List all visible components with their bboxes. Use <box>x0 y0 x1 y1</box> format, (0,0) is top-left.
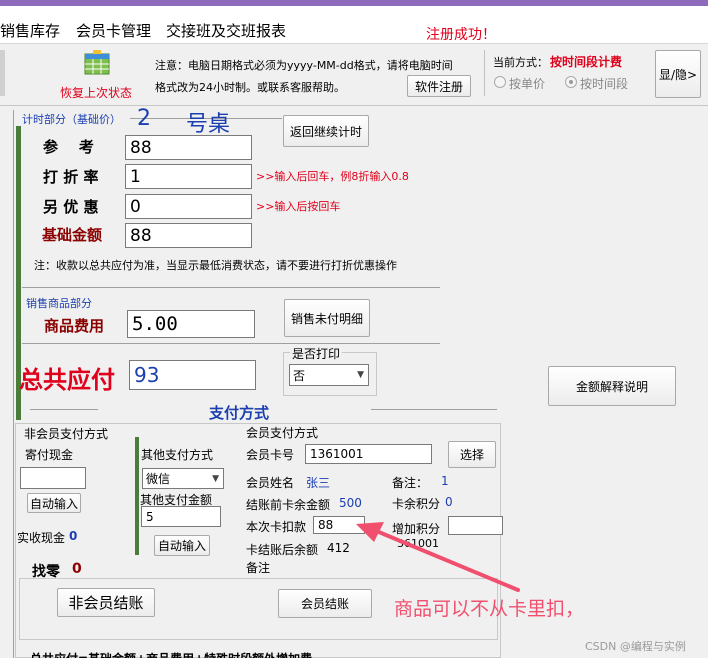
change-value: 0 <box>72 561 82 577</box>
amount-explanation-button[interactable]: 金额解释说明 <box>548 366 676 406</box>
goods-fee-label: 商品费用 <box>44 317 105 335</box>
goods-fee-input[interactable]: 5.00 <box>127 310 255 338</box>
total-due-input[interactable]: 93 <box>129 360 256 390</box>
menu-item-shift-report[interactable]: 交接班及交班报表 <box>166 20 286 41</box>
non-member-title: 非会员支付方式 <box>24 427 109 441</box>
bottom-formula-partial: 总共应付=基础金额+商品费用+特殊时段额外增加费 <box>30 650 312 658</box>
other-payment-title: 其他支付方式 <box>141 448 214 462</box>
show-hide-button[interactable]: 显/隐> <box>655 50 701 98</box>
card-no-label: 会员卡号 <box>246 448 295 462</box>
payment-divider-right <box>371 409 497 410</box>
table-number: 2 <box>137 106 151 131</box>
select-member-button[interactable]: 选择 <box>448 441 496 468</box>
payment-divider-left <box>30 409 98 410</box>
notice-line-2: 格式改为24小时制。或联系客服帮助。 <box>155 81 345 94</box>
sales-section-title: 销售商品部分 <box>26 297 92 310</box>
restore-state-label: 恢复上次状态 <box>60 86 133 100</box>
timing-bottom-divider <box>22 287 440 288</box>
card-no-input[interactable]: 1361001 <box>305 444 432 464</box>
mode-label: 当前方式： <box>493 56 548 69</box>
spreadsheet-icon <box>84 50 110 75</box>
extra-discount-label: 另 优 惠 <box>43 198 99 216</box>
discount-input[interactable]: 1 <box>125 164 252 189</box>
after-balance-value: 412 <box>327 541 350 555</box>
radio-unit-price-label: 按单价 <box>509 77 546 91</box>
payment-title: 支付方式 <box>209 404 270 422</box>
before-balance-value: 500 <box>339 496 362 510</box>
chevron-down-icon: ▼ <box>357 370 364 380</box>
actual-cash-label: 实收现金 <box>17 531 66 545</box>
member-title: 会员支付方式 <box>246 426 319 440</box>
card-points-label: 卡余积分 <box>392 497 441 511</box>
extra-discount-input[interactable]: 0 <box>125 194 252 219</box>
other-payment-select-value: 微信 <box>146 472 171 486</box>
auto-input-button-2[interactable]: 自动输入 <box>154 535 210 556</box>
billing-mode-group: 当前方式： 按时间段计费 按单价 按时间段 <box>484 50 648 96</box>
print-label: 是否打印 <box>290 345 343 362</box>
menu-bar: 销售库存 会员卡管理 交接班及交班报表 注册成功！ <box>0 6 708 44</box>
menu-item-member-card[interactable]: 会员卡管理 <box>76 20 151 41</box>
table-suffix: 号桌 <box>186 112 231 137</box>
member-name-value: 张三 <box>306 476 331 490</box>
deposit-cash-label: 寄付现金 <box>25 448 74 462</box>
print-select-value: 否 <box>293 368 306 383</box>
base-amount-label: 基础金额 <box>42 226 103 244</box>
reference-input[interactable]: 88 <box>125 135 252 160</box>
reference-label: 参 考 <box>43 138 94 156</box>
return-continue-timing-button[interactable]: 返回继续计时 <box>283 115 369 147</box>
deposit-cash-input[interactable] <box>20 467 86 489</box>
annotation-arrow-icon <box>356 522 520 592</box>
non-member-checkout-button[interactable]: 非会员结账 <box>57 588 155 617</box>
radio-unit-price[interactable] <box>494 76 506 88</box>
other-payment-bar <box>135 437 139 555</box>
discount-label: 打 折 率 <box>43 168 99 186</box>
extra-discount-hint: >>输入后按回车 <box>256 200 341 213</box>
mode-value: 按时间段计费 <box>550 55 623 69</box>
restore-state-button[interactable]: 恢复上次状态 <box>50 48 144 102</box>
annotation-text: 商品可以不从卡里扣， <box>394 598 585 620</box>
checkout-note: 注：收款以总共应付为准，当显示最低消费状态，请不要进行打折优惠操作 <box>34 259 397 272</box>
after-balance-label: 卡结账后余额 <box>246 543 319 557</box>
member-name-label: 会员姓名 <box>246 476 295 490</box>
unpaid-sales-detail-button[interactable]: 销售未付明细 <box>284 299 370 337</box>
actual-cash-value: 0 <box>69 529 78 543</box>
discount-hint: >>输入后回车，例8折输入0.8 <box>256 170 409 183</box>
remark2-label: 备注 <box>246 561 271 575</box>
radio-time-period[interactable] <box>565 76 577 88</box>
base-amount-input[interactable]: 88 <box>125 223 252 248</box>
toolbar: 恢复上次状态 注意：电脑日期格式必须为yyyy-MM-dd格式，请将电脑时间 格… <box>0 44 708 106</box>
timing-section-title: 计时部分（基础价） <box>22 113 121 126</box>
other-payment-select[interactable]: 微信 ▼ <box>142 468 224 489</box>
registration-status: 注册成功！ <box>426 27 496 43</box>
notice-line-1: 注意：电脑日期格式必须为yyyy-MM-dd格式，请将电脑时间 <box>155 59 453 72</box>
sales-bottom-divider <box>22 343 440 344</box>
remark-value: 1 <box>441 474 449 488</box>
other-amount-input[interactable]: 5 <box>141 506 221 527</box>
remark-label: 备注： <box>392 476 429 490</box>
total-due-label: 总共应付 <box>19 366 115 394</box>
toolbar-left-edge <box>0 50 5 96</box>
deduct-label: 本次卡扣款 <box>246 520 307 534</box>
watermark: CSDN @编程与实例 <box>585 640 686 653</box>
card-points-value: 0 <box>445 495 453 509</box>
menu-item-sales-stock[interactable]: 销售库存 <box>0 20 60 41</box>
auto-input-button-1[interactable]: 自动输入 <box>27 493 81 513</box>
software-register-button[interactable]: 软件注册 <box>407 75 471 97</box>
print-select[interactable]: 否 ▼ <box>289 364 369 386</box>
chevron-down-icon: ▼ <box>212 473 219 484</box>
radio-time-period-label: 按时间段 <box>580 77 629 91</box>
before-balance-label: 结账前卡余金额 <box>246 498 331 512</box>
